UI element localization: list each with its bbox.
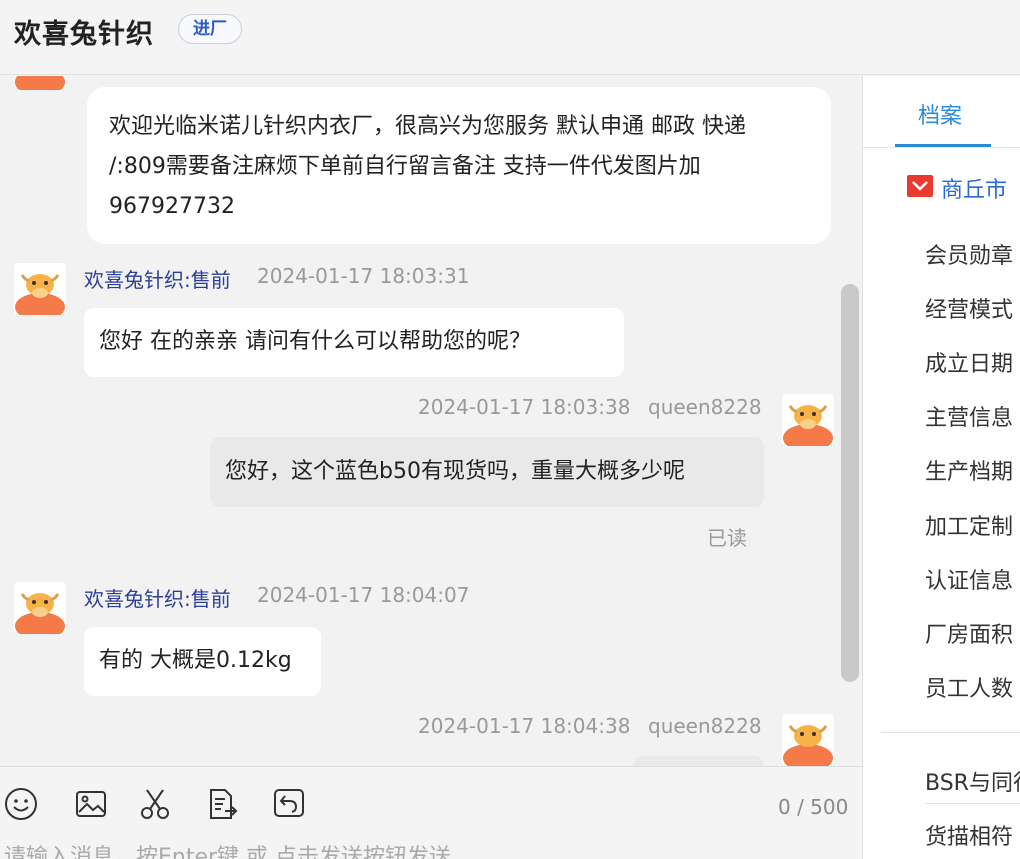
message-text: 有的 大概是0.12kg [99, 648, 292, 673]
char-counter: 0 / 500 [778, 795, 849, 819]
message-bubble: 您好 在的亲亲 请问有什么可以帮助您的呢？ [84, 308, 624, 377]
rating-item: 货描相符 [925, 825, 1014, 850]
message-bubble [633, 756, 764, 766]
quick-reply-icon [274, 789, 304, 817]
image-button[interactable] [74, 787, 108, 821]
message-input-area: 0 / 500 请输入消息，按Enter键 或 点击发送按钮发送 [0, 766, 862, 859]
message-sender: 欢喜兔针织:售前 [84, 268, 231, 292]
message-time: 2024-01-17 18:03:31 [257, 264, 470, 288]
company-name-link[interactable]: 商丘市 [941, 172, 1007, 204]
message-input[interactable]: 请输入消息，按Enter键 或 点击发送按钮发送 [4, 839, 451, 859]
info-item: 主营信息 [925, 406, 1014, 431]
message-user: queen8228 [648, 395, 762, 419]
emoji-button[interactable] [4, 787, 38, 821]
scissors-icon [141, 789, 169, 819]
section-divider [925, 803, 1020, 804]
bsr-section: BSR与同行 [925, 771, 1020, 796]
user-avatar [782, 714, 834, 766]
welcome-text: 欢迎光临米诺儿针织内衣厂，很高兴为您服务 默认申通 邮政 快递 /:809需要备… [109, 114, 746, 219]
message-time: 2024-01-17 18:03:38 [418, 395, 631, 419]
message-time: 2024-01-17 18:04:07 [257, 583, 470, 607]
image-icon [76, 791, 106, 817]
shop-avatar [14, 263, 66, 315]
screenshot-button[interactable] [138, 787, 172, 821]
message-user: queen8228 [648, 714, 762, 738]
file-send-icon [210, 789, 238, 819]
tab-divider [863, 147, 1020, 148]
enter-factory-button[interactable]: 进厂 [178, 14, 242, 44]
info-item: 员工人数 [925, 677, 1014, 702]
message-text: 您好 在的亲亲 请问有什么可以帮助您的呢？ [99, 329, 531, 354]
message-sender: 欢喜兔针织:售前 [84, 587, 231, 611]
file-send-button[interactable] [205, 787, 239, 821]
info-item: 成立日期 [925, 352, 1014, 377]
info-item: 经营模式 [925, 298, 1014, 323]
welcome-message: 欢迎光临米诺儿针织内衣厂，很高兴为您服务 默认申通 邮政 快递 /:809需要备… [87, 87, 831, 244]
emoji-icon [5, 788, 37, 820]
info-item: 厂房面积 [925, 623, 1014, 648]
info-item: 会员勋章 [925, 244, 1014, 269]
message-bubble: 您好，这个蓝色b50有现货吗，重量大概多少呢 [210, 437, 764, 507]
shop-name: 欢喜兔针织 [14, 19, 154, 50]
chat-scrollbar[interactable] [841, 284, 859, 682]
company-badge-icon [907, 175, 933, 197]
info-item: 加工定制 [925, 515, 1014, 540]
shop-profile-panel: 档案 商丘市 会员勋章 经营模式 成立日期 主营信息 生产档期 加工定制 认证信… [862, 76, 1020, 859]
info-item: 生产档期 [925, 460, 1014, 485]
message-list[interactable]: 欢迎光临米诺儿针织内衣厂，很高兴为您服务 默认申通 邮政 快递 /:809需要备… [0, 76, 862, 766]
message-time: 2024-01-17 18:04:38 [418, 714, 631, 738]
quick-reply-button[interactable] [272, 787, 306, 821]
message-text: 您好，这个蓝色b50有现货吗，重量大概多少呢 [225, 459, 685, 484]
tab-profile[interactable]: 档案 [918, 98, 962, 130]
user-avatar [782, 394, 834, 446]
chat-header: 欢喜兔针织 进厂 [0, 0, 1020, 75]
info-item: 认证信息 [925, 569, 1014, 594]
read-status: 已读 [707, 526, 747, 550]
message-bubble: 有的 大概是0.12kg [84, 627, 321, 696]
shop-avatar [14, 582, 66, 634]
panel-divider [881, 732, 1020, 733]
shop-avatar [15, 76, 65, 90]
